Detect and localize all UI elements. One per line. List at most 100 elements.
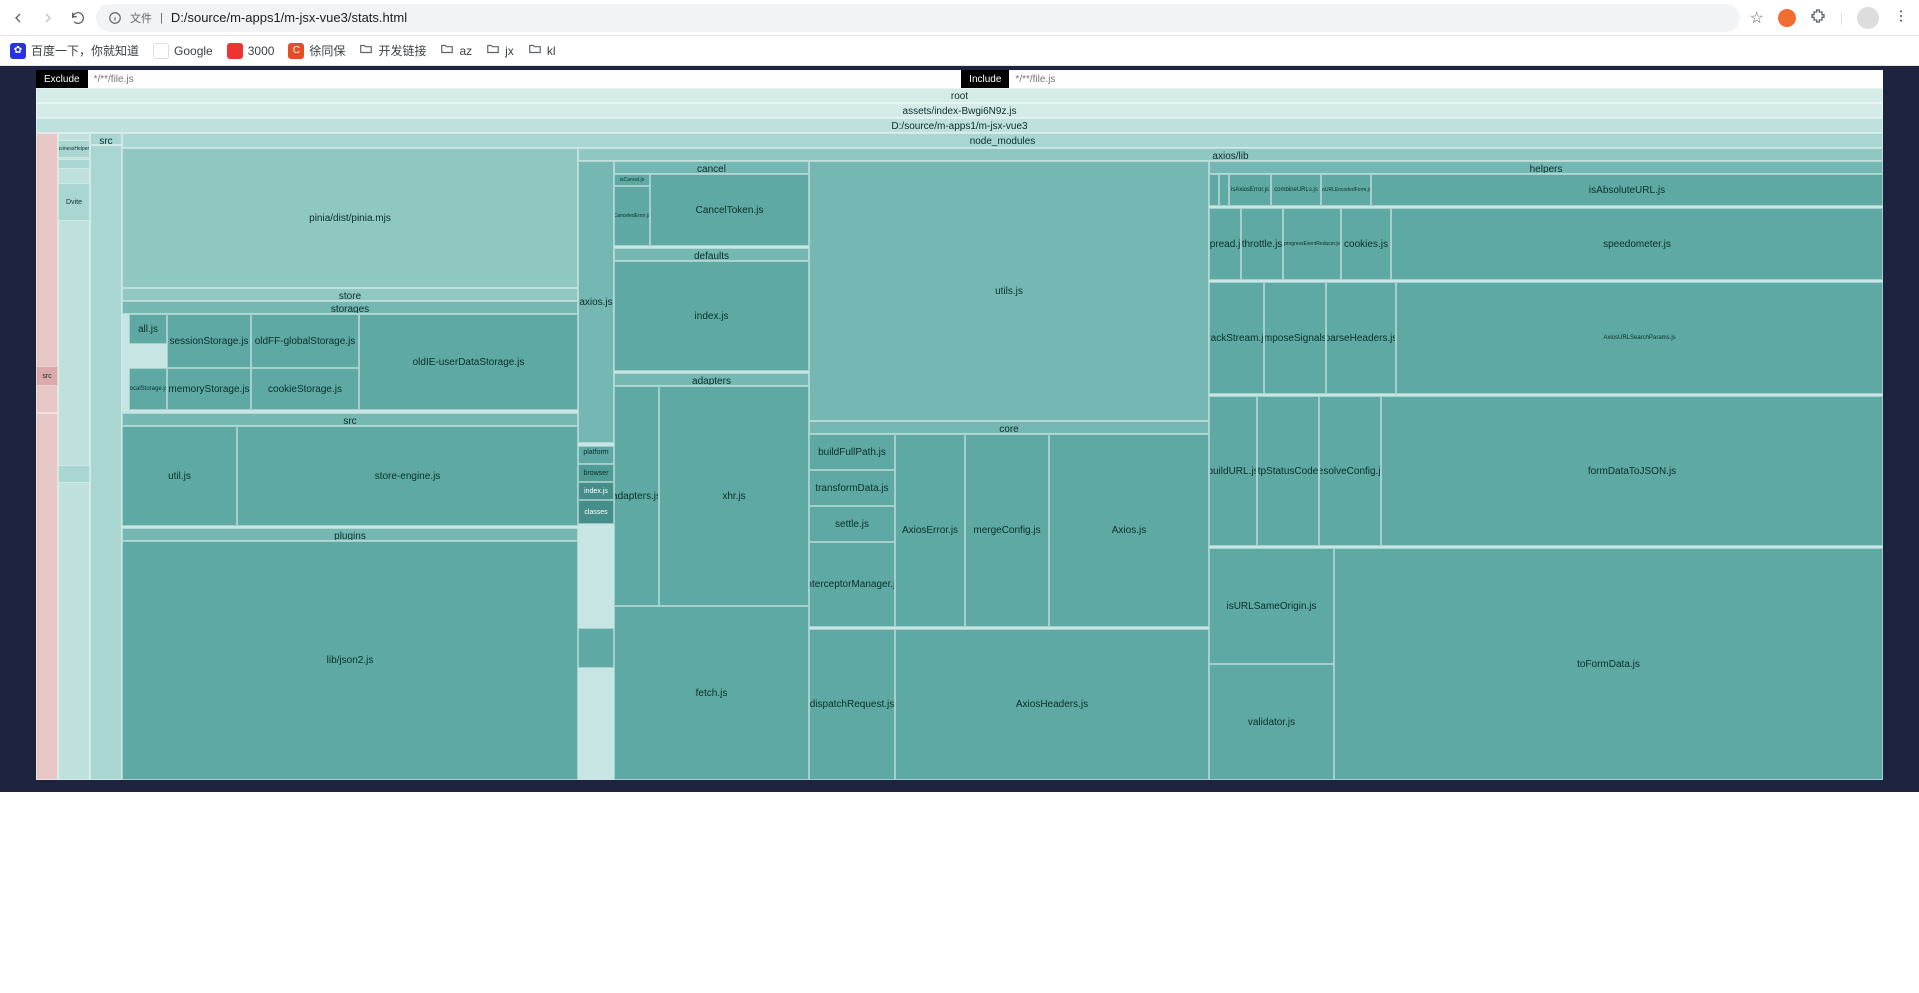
node-classes-extra[interactable] <box>578 628 614 668</box>
node-classes[interactable]: classes <box>578 500 614 524</box>
node-xhr[interactable]: xhr.js <box>659 386 809 606</box>
node-fetch[interactable]: fetch.js <box>614 606 809 780</box>
node-throttle[interactable]: throttle.js <box>1241 208 1283 280</box>
node-left-col-d[interactable] <box>90 145 122 780</box>
bookmark-baidu[interactable]: ✿百度一下，你就知道 <box>10 42 139 59</box>
node-defaults-index[interactable]: index.js <box>614 261 809 371</box>
node-pinia[interactable]: pinia/dist/pinia.mjs <box>122 148 578 288</box>
node-root[interactable]: root <box>36 88 1883 103</box>
node-store-src[interactable]: src <box>122 413 578 426</box>
node-platform-index[interactable]: index.js <box>578 482 614 500</box>
bookmark-star-icon[interactable]: ☆ <box>1750 8 1764 28</box>
bookmark-3000[interactable]: 3000 <box>227 43 275 59</box>
node-axioserror[interactable]: AxiosError.js <box>895 434 965 627</box>
reload-button[interactable] <box>70 10 86 26</box>
node-trackstream[interactable]: trackStream.js <box>1209 282 1264 394</box>
node-basejs[interactable] <box>58 465 90 483</box>
extension-icon[interactable] <box>1778 9 1796 27</box>
node-oldie[interactable]: oldIE-userDataStorage.js <box>359 314 578 410</box>
node-resolveconf[interactable]: resolveConfig.js <box>1319 396 1381 546</box>
node-iscancel[interactable]: isCancel.js <box>614 174 650 186</box>
node-progress[interactable]: progressEventReducer.js <box>1283 208 1341 280</box>
node-null[interactable] <box>1219 174 1229 206</box>
node-isabs[interactable]: isAbsoluteURL.js <box>1371 174 1883 206</box>
profile-avatar[interactable] <box>1857 7 1879 29</box>
node-mergeconfig[interactable]: mergeConfig.js <box>965 434 1049 627</box>
node-helpers[interactable]: helpers <box>1209 161 1883 174</box>
node-speedo[interactable]: speedometer.js <box>1391 208 1883 280</box>
exclude-input[interactable] <box>88 70 962 88</box>
node-axios-js[interactable]: axios.js <box>578 161 614 443</box>
node-session[interactable]: sessionStorage.js <box>167 314 251 368</box>
node-util[interactable]: util.js <box>122 426 237 526</box>
node-cookies[interactable]: cookies.js <box>1341 208 1391 280</box>
node-combine[interactable]: combineURLs.js <box>1271 174 1321 206</box>
node-utils[interactable]: utils.js <box>809 161 1209 421</box>
node-httpstatus[interactable]: HttpStatusCode.js <box>1257 396 1319 546</box>
node-localst[interactable]: localStorage.js <box>129 368 167 410</box>
node-compose[interactable]: composeSignals.js <box>1264 282 1326 394</box>
node-axios-lib[interactable]: axios/lib <box>578 148 1883 161</box>
node-left-col-b[interactable] <box>36 413 58 780</box>
node-axios1[interactable] <box>58 159 90 169</box>
back-button[interactable] <box>10 10 26 26</box>
node-node_modules[interactable]: node_modules <box>122 133 1883 148</box>
node-cancel[interactable]: cancel <box>614 161 809 174</box>
node-all[interactable]: all.js <box>129 314 167 344</box>
node-transformdata[interactable]: transformData.js <box>809 470 895 506</box>
node-businesshelper[interactable]: BusinessHelper.js <box>58 140 90 158</box>
node-validator[interactable]: validator.js <box>1209 664 1334 780</box>
bookmark-devlinks[interactable]: 开发链接 <box>359 42 426 59</box>
node-urlsearch[interactable]: AxiosURLSearchParams.js <box>1396 282 1883 394</box>
bookmark-jx[interactable]: jx <box>486 42 514 59</box>
node-memory[interactable]: memoryStorage.js <box>167 368 251 410</box>
node-engine[interactable]: store-engine.js <box>237 426 578 526</box>
node-axios-core[interactable]: Axios.js <box>1049 434 1209 627</box>
node-isaxioserr[interactable]: isAxiosError.js <box>1229 174 1271 206</box>
include-input[interactable] <box>1009 70 1883 88</box>
bookmark-xutongbao[interactable]: C徐同保 <box>288 42 345 59</box>
node-adapters-js[interactable]: adapters.js <box>614 386 659 606</box>
node-project[interactable]: D:/source/m-apps1/m-jsx-vue3 <box>36 118 1883 133</box>
node-adapters[interactable]: adapters <box>614 373 809 386</box>
node-canceltoken[interactable]: CancelToken.js <box>650 174 809 246</box>
bookmark-az[interactable]: az <box>440 42 472 59</box>
node-sameorigin[interactable]: isURLSameOrigin.js <box>1209 548 1334 664</box>
node-buildurl[interactable]: buildURL.js <box>1209 396 1257 546</box>
node-settle[interactable]: settle.js <box>809 506 895 542</box>
forward-button[interactable] <box>40 10 56 26</box>
node-src-small[interactable]: src <box>36 366 58 386</box>
node-json2[interactable]: lib/json2.js <box>122 541 578 780</box>
node-cookie[interactable]: cookieStorage.js <box>251 368 359 410</box>
node-cancelederror[interactable]: CanceledError.js <box>614 186 650 246</box>
node-parsehead[interactable]: parseHeaders.js <box>1326 282 1396 394</box>
address-bar[interactable]: 文件 | D:/source/m-apps1/m-jsx-vue3/stats.… <box>96 4 1740 32</box>
include-label: Include <box>961 70 1009 88</box>
node-platform[interactable]: platform <box>578 446 614 464</box>
node-oldff[interactable]: oldFF-globalStorage.js <box>251 314 359 368</box>
node-toformdata[interactable]: toFormData.js <box>1334 548 1883 780</box>
node-browser[interactable]: browser <box>578 464 614 482</box>
node-asset[interactable]: assets/index-Bwgi6N9z.js <box>36 103 1883 118</box>
node-core[interactable]: core <box>809 421 1209 434</box>
menu-button[interactable] <box>1893 8 1909 27</box>
bundle-treemap[interactable]: root assets/index-Bwgi6N9z.js D:/source/… <box>36 88 1883 780</box>
node-axiosheaders[interactable]: AxiosHeaders.js <box>895 629 1209 780</box>
node-interceptor[interactable]: InterceptorManager.js <box>809 542 895 627</box>
node-storages[interactable]: storages <box>122 301 578 314</box>
node-formdata[interactable]: formDataToJSON.js <box>1381 396 1883 546</box>
node-left-col-c[interactable] <box>58 133 90 780</box>
node-dvite[interactable]: Dvite <box>58 183 90 221</box>
node-spread[interactable]: spread.js <box>1209 208 1241 280</box>
node-bind[interactable] <box>1209 174 1219 206</box>
node-src-col[interactable]: src <box>90 133 122 145</box>
bookmark-google[interactable]: GGoogle <box>153 43 213 59</box>
extensions-button[interactable] <box>1810 8 1826 27</box>
node-buildfullpath[interactable]: buildFullPath.js <box>809 434 895 470</box>
bookmark-kl[interactable]: kl <box>528 42 556 59</box>
node-tourlenc[interactable]: toURLEncodedForm.js <box>1321 174 1371 206</box>
node-store[interactable]: store <box>122 288 578 301</box>
node-dispatch[interactable]: dispatchRequest.js <box>809 629 895 780</box>
node-plugins[interactable]: plugins <box>122 528 578 541</box>
node-defaults[interactable]: defaults <box>614 248 809 261</box>
